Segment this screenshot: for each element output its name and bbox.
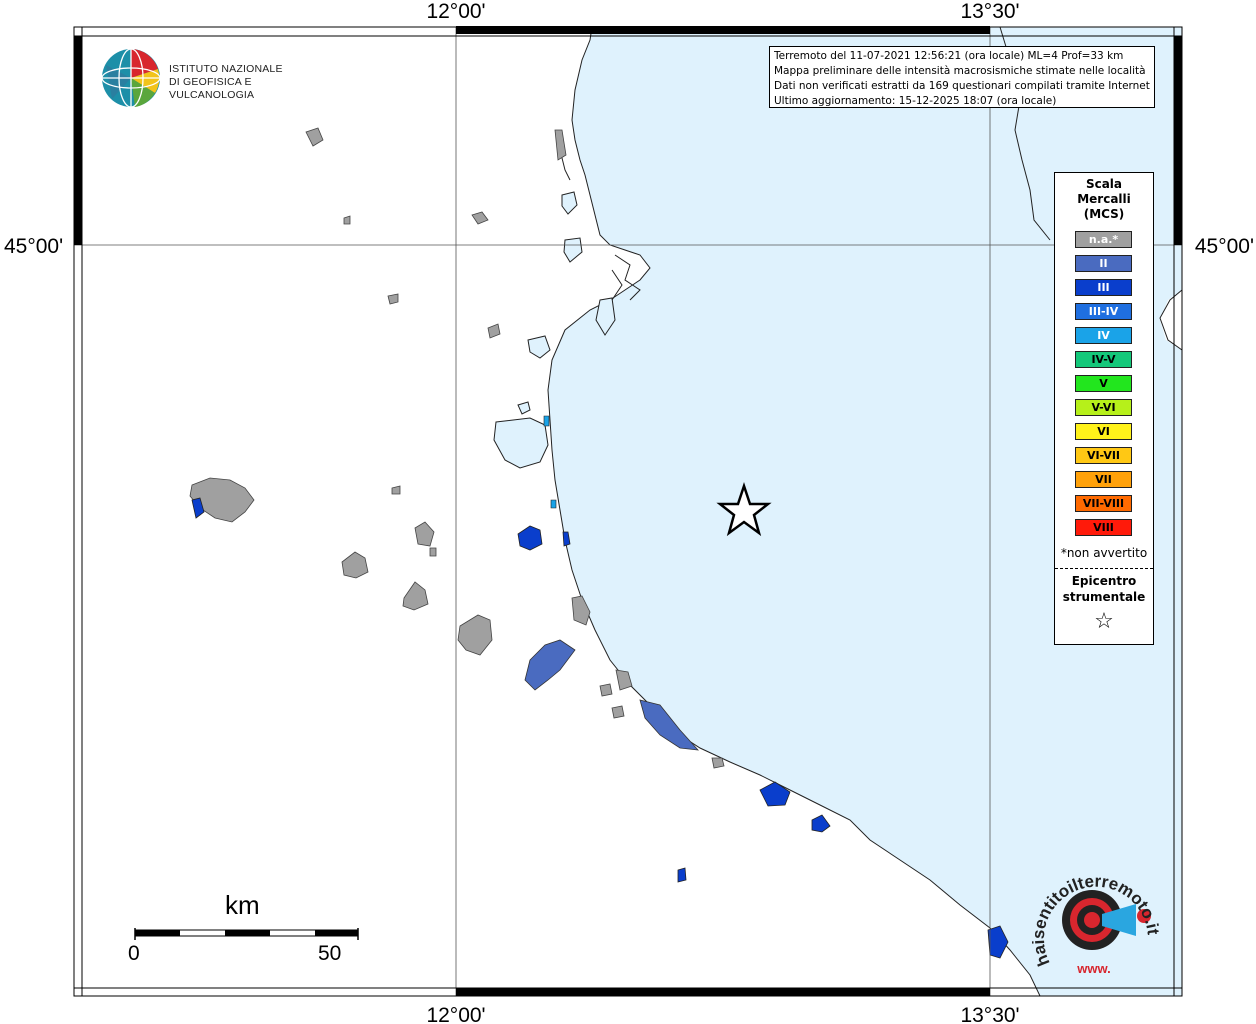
legend-item: IV-V [1075, 351, 1132, 368]
info-line-3: Dati non verificati estratti da 169 ques… [774, 80, 1150, 92]
legend-item: VII [1075, 471, 1132, 488]
legend-item: VII-VIII [1075, 495, 1132, 512]
legend-epicenter-label: Epicentro strumentale [1055, 573, 1153, 605]
ingv-name-line2: DI GEOFISICA E VULCANOLOGIA [169, 76, 255, 101]
legend-item: VIII [1075, 519, 1132, 536]
legend-item: V [1075, 375, 1132, 392]
ingv-globe-icon [101, 48, 161, 108]
legend-item: IV [1075, 327, 1132, 344]
ingv-name: ISTITUTO NAZIONALE DI GEOFISICA E VULCAN… [169, 63, 330, 102]
lon-label-top-right: 13°30' [960, 0, 1019, 23]
scale-bar: km 0 50 [128, 890, 368, 970]
lon-label-bottom-right: 13°30' [960, 1004, 1019, 1024]
scale-start: 0 [128, 942, 140, 965]
legend-epicenter-line1: Epicentro [1071, 574, 1137, 588]
info-line-4: Ultimo aggiornamento: 15-12-2025 18:07 (… [774, 95, 1057, 107]
legend-title-line3: (MCS) [1083, 207, 1125, 221]
haisentito-logo: haisentitoilterremoto.it www. [1029, 858, 1164, 978]
lat-label-left: 45°00' [4, 235, 63, 258]
scale-end: 50 [318, 942, 342, 965]
legend-item: II [1075, 255, 1132, 272]
ingv-logo: ISTITUTO NAZIONALE DI GEOFISICA E VULCAN… [100, 47, 330, 111]
legend-star-icon: ☆ [1094, 609, 1114, 634]
legend-title-line2: Mercalli [1077, 192, 1131, 206]
haisentito-url: www. [1076, 961, 1110, 976]
legend-item: III [1075, 279, 1132, 296]
haisentito-logo-graphic: haisentitoilterremoto.it www. [1029, 872, 1163, 976]
legend-item: V-VI [1075, 399, 1132, 416]
info-line-2: Mappa preliminare delle intensità macros… [774, 65, 1146, 77]
legend-item: VI [1075, 423, 1132, 440]
lon-label-top-left: 12°00' [426, 0, 485, 23]
scale-unit: km [225, 890, 260, 920]
lat-label-right: 45°00' [1195, 235, 1254, 258]
info-line-1: Terremoto del 11-07-2021 12:56:21 (ora l… [774, 50, 1124, 62]
legend-note: *non avvertito [1060, 546, 1148, 560]
ingv-name-line1: ISTITUTO NAZIONALE [169, 63, 283, 75]
lon-label-bottom-left: 12°00' [426, 1004, 485, 1024]
legend-separator [1055, 568, 1153, 569]
earthquake-info-box: Terremoto del 11-07-2021 12:56:21 (ora l… [769, 46, 1155, 108]
legend-title-line1: Scala [1085, 177, 1123, 191]
legend-item: III-IV [1075, 303, 1132, 320]
legend-item: n.a.* [1075, 231, 1132, 248]
legend-title: Scala Mercalli (MCS) [1055, 177, 1153, 222]
legend-epicenter-line2: strumentale [1062, 590, 1146, 604]
legend-item: VI-VII [1075, 447, 1132, 464]
mcs-legend: Scala Mercalli (MCS) n.a.* II III III-IV IV I… [1054, 172, 1154, 645]
